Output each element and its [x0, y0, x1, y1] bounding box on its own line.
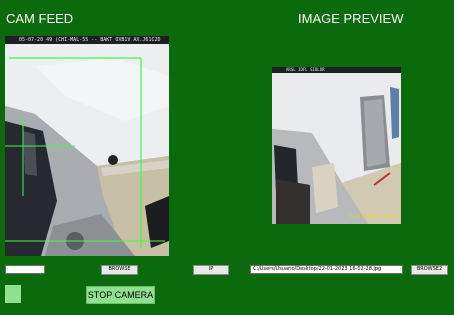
- app-window: CAM FEED IMAGE PREVIEW 05-07-20 49 (CHI-…: [0, 0, 454, 315]
- camera-scene: [5, 36, 169, 256]
- preview-timestamp: 7/3/1/2023 16:02: [348, 214, 397, 220]
- stop-camera-button[interactable]: STOP CAMERA: [86, 286, 155, 304]
- image-preview-title: IMAGE PREVIEW: [298, 11, 404, 26]
- camera-feed-view: 05-07-20 49 (CHI-MAL-55 -- BAKT OXB1V AX…: [5, 36, 169, 256]
- image-preview-view: ARSL JDFL SIOLOR 7/3/1/2023 16:02: [272, 67, 401, 224]
- cam-feed-title: CAM FEED: [6, 11, 74, 26]
- camera-osd-text: 05-07-20 49 (CHI-MAL-55 -- BAKT OXB1V AX…: [5, 36, 169, 44]
- browse2-button[interactable]: BROWSE2: [411, 265, 448, 275]
- preview-scene: [272, 67, 401, 224]
- browse-button[interactable]: BROWSE: [101, 265, 138, 275]
- save-path-field[interactable]: C:/Users/Usuario/Desktop/22-01-2023 16-0…: [250, 265, 403, 274]
- preview-osd-text: ARSL JDFL SIOLOR: [272, 67, 401, 73]
- image-path-entry[interactable]: [5, 265, 45, 274]
- status-indicator: [5, 285, 21, 303]
- ip-button[interactable]: IP: [193, 265, 229, 275]
